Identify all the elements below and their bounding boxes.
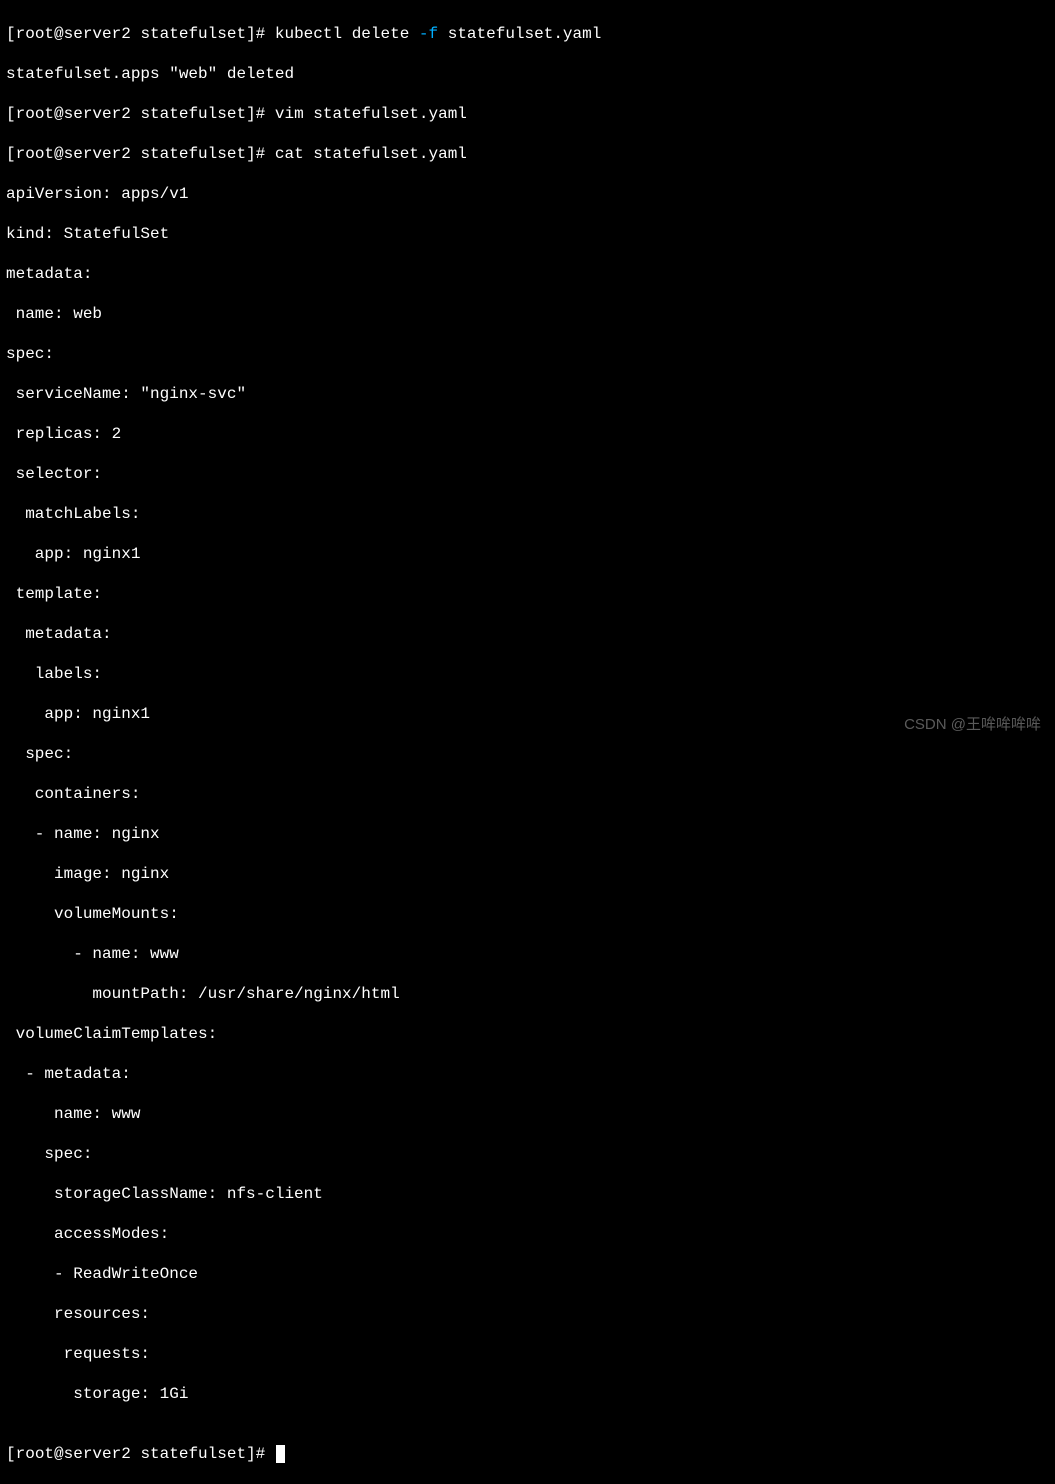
yaml-line: - ReadWriteOnce [6,1264,1049,1284]
yaml-line: matchLabels: [6,504,1049,524]
prompt-user-host: root@server2 [16,1445,131,1463]
prompt-directory: statefulset [140,105,246,123]
prompt-bracket-close: ]# [246,145,265,163]
prompt-user-host: root@server2 [16,145,131,163]
yaml-line: resources: [6,1304,1049,1324]
yaml-line: containers: [6,784,1049,804]
yaml-line: mountPath: /usr/share/nginx/html [6,984,1049,1004]
prompt-directory: statefulset [140,145,246,163]
yaml-line: metadata: [6,624,1049,644]
yaml-line: replicas: 2 [6,424,1049,444]
yaml-line: volumeMounts: [6,904,1049,924]
prompt-directory: statefulset [140,25,246,43]
yaml-line: image: nginx [6,864,1049,884]
yaml-line: volumeClaimTemplates: [6,1024,1049,1044]
yaml-line: - name: nginx [6,824,1049,844]
yaml-line: labels: [6,664,1049,684]
prompt-directory: statefulset [140,1445,246,1463]
command-flag: -f [419,25,438,43]
yaml-line: app: nginx1 [6,544,1049,564]
prompt-line-1: [root@server2 statefulset]# kubectl dele… [6,24,1049,44]
command-text: vim statefulset.yaml [275,105,467,123]
yaml-line: storage: 1Gi [6,1384,1049,1404]
output-line: statefulset.apps "web" deleted [6,64,1049,84]
yaml-line: spec: [6,344,1049,364]
yaml-line: serviceName: "nginx-svc" [6,384,1049,404]
prompt-line-2: [root@server2 statefulset]# vim stateful… [6,104,1049,124]
cursor-icon [276,1445,285,1463]
yaml-line: accessModes: [6,1224,1049,1244]
yaml-line: apiVersion: apps/v1 [6,184,1049,204]
prompt-bracket-open: [ [6,145,16,163]
yaml-line: kind: StatefulSet [6,224,1049,244]
prompt-user-host: root@server2 [16,25,131,43]
watermark-text: CSDN @王哞哞哞哞 [904,716,1041,735]
prompt-bracket-close: ]# [246,25,265,43]
yaml-line: metadata: [6,264,1049,284]
prompt-bracket-open: [ [6,25,16,43]
yaml-line: spec: [6,1144,1049,1164]
yaml-line: spec: [6,744,1049,764]
yaml-line: requests: [6,1344,1049,1364]
prompt-bracket-close: ]# [246,105,265,123]
prompt-user-host: root@server2 [16,105,131,123]
command-text: kubectl delete [275,25,419,43]
yaml-line: name: www [6,1104,1049,1124]
command-text: cat statefulset.yaml [275,145,467,163]
yaml-line: - name: www [6,944,1049,964]
prompt-line-4: [root@server2 statefulset]# [6,1444,1049,1464]
yaml-line: storageClassName: nfs-client [6,1184,1049,1204]
command-rest: statefulset.yaml [438,25,601,43]
yaml-line: template: [6,584,1049,604]
prompt-bracket-open: [ [6,105,16,123]
prompt-line-3: [root@server2 statefulset]# cat stateful… [6,144,1049,164]
prompt-bracket-close: ]# [246,1445,265,1463]
terminal-output[interactable]: [root@server2 statefulset]# kubectl dele… [6,4,1049,1484]
yaml-line: selector: [6,464,1049,484]
yaml-line: app: nginx1 [6,704,1049,724]
yaml-line: name: web [6,304,1049,324]
prompt-bracket-open: [ [6,1445,16,1463]
yaml-line: - metadata: [6,1064,1049,1084]
